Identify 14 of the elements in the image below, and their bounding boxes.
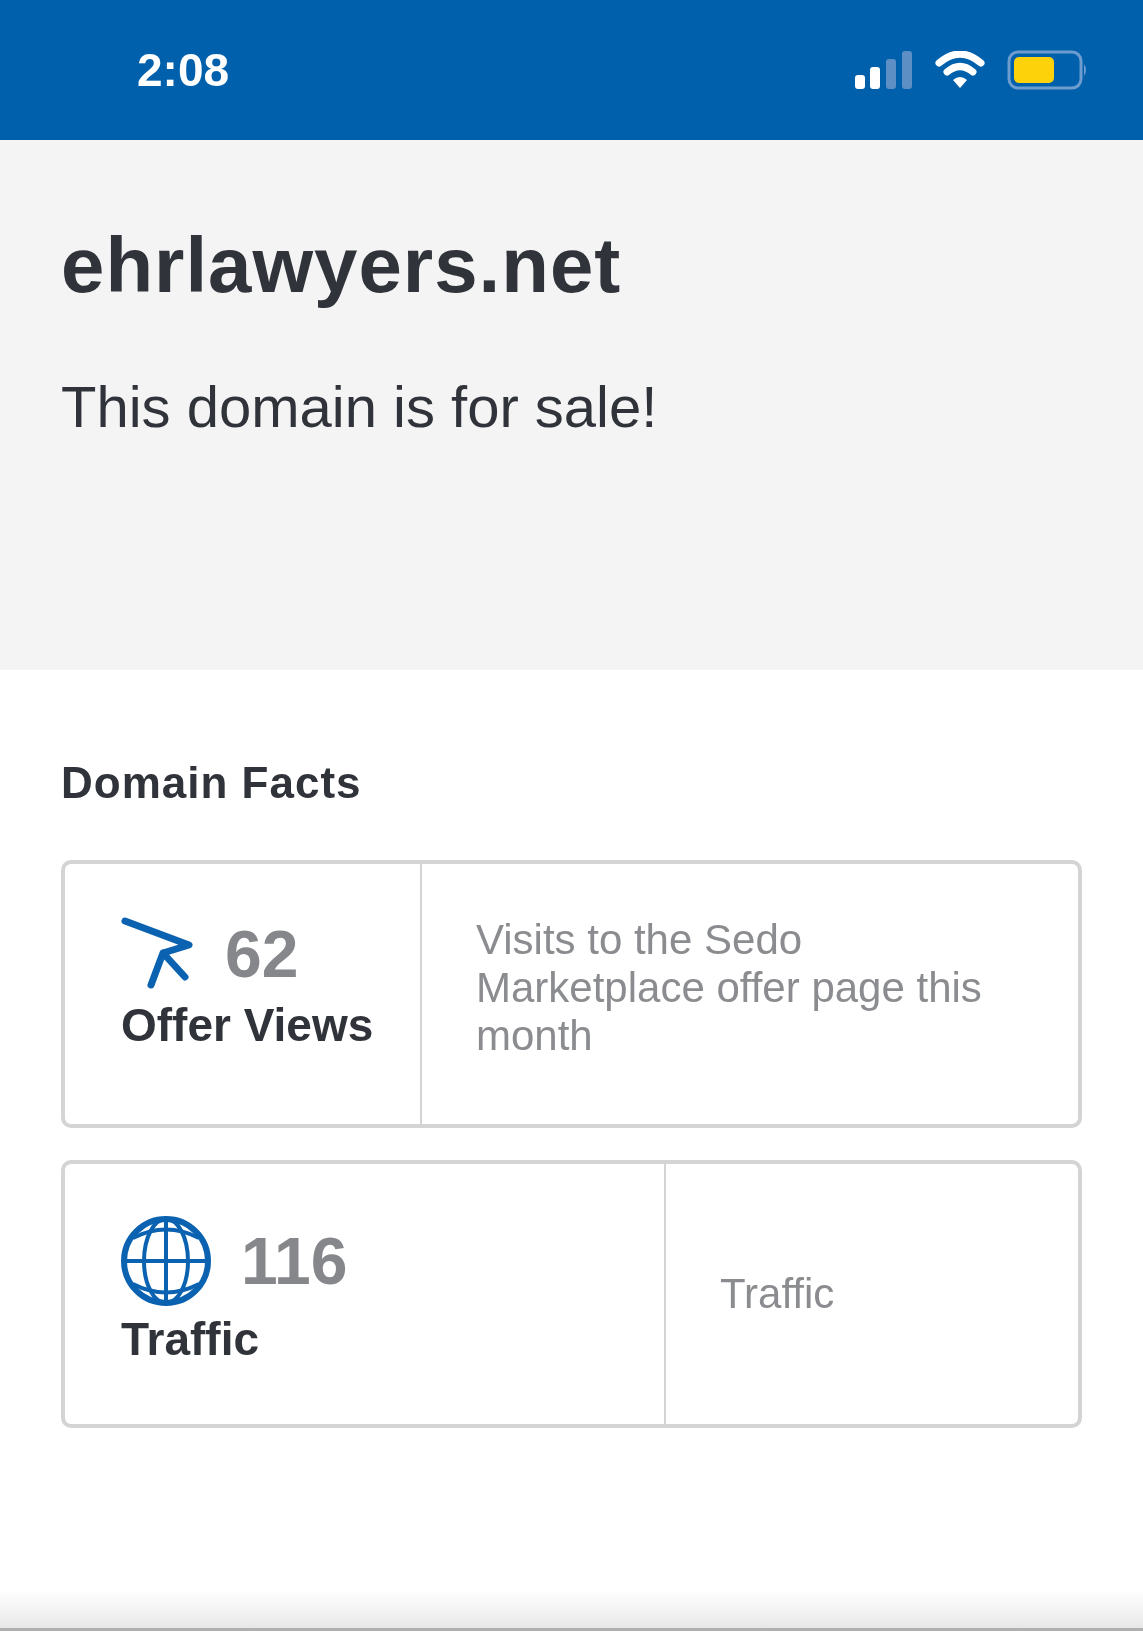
battery-icon [1007, 50, 1089, 90]
clock-time: 2:08 [137, 43, 231, 97]
signal-icon [855, 51, 913, 89]
wifi-icon [935, 51, 985, 89]
sale-tagline: This domain is for sale! [61, 373, 659, 440]
fact-description: Traffic [720, 1270, 835, 1318]
fact-label: Offer Views [121, 998, 375, 1052]
domain-name: ehrlawyers.net [61, 220, 623, 311]
globe-icon [121, 1216, 211, 1306]
fact-value: 62 [225, 916, 299, 992]
fact-label: Traffic [121, 1312, 261, 1366]
fact-description: Visits to the Sedo Marketplace offer page this month [476, 916, 983, 1060]
fact-value: 116 [241, 1223, 348, 1299]
section-heading: Domain Facts [61, 758, 363, 808]
